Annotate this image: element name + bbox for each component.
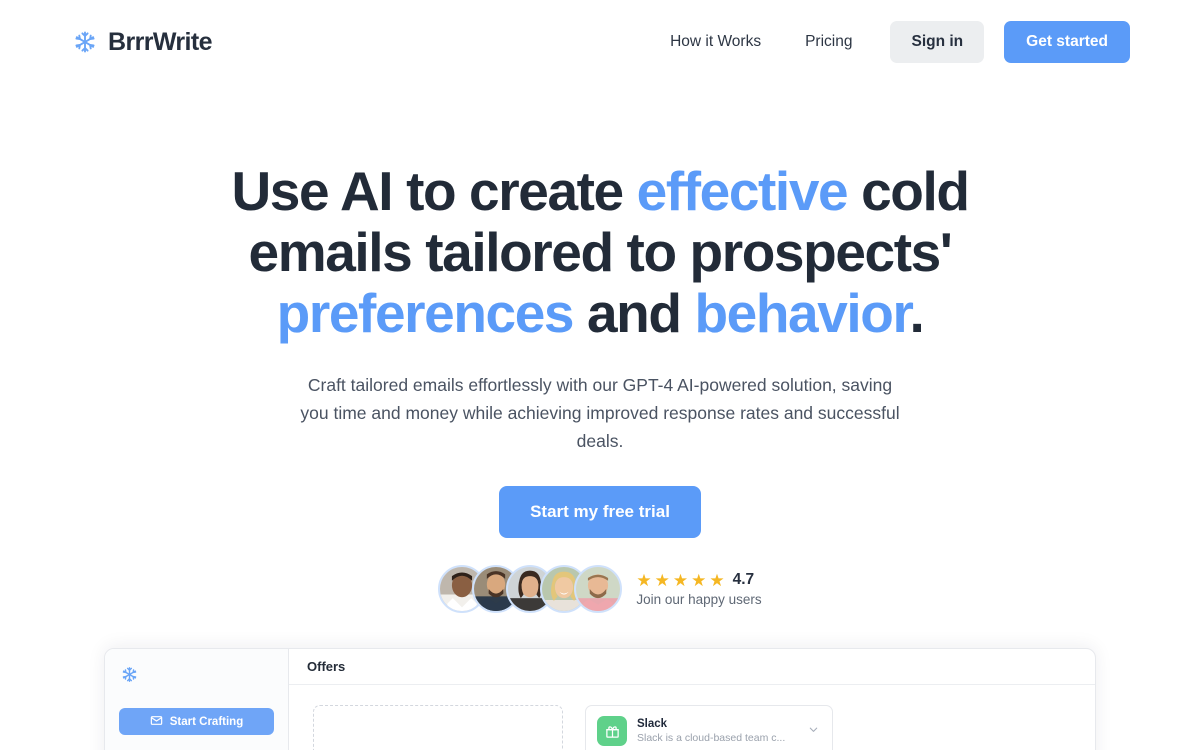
- star-icon: ★: [709, 570, 725, 590]
- gift-icon: [597, 716, 627, 746]
- offer-card-text: Slack Slack is a cloud-based team c...: [637, 717, 798, 745]
- chevron-down-icon[interactable]: [808, 724, 821, 738]
- rating-score: 4.7: [732, 571, 755, 588]
- star-rating: ★ ★ ★ ★ ★ 4.7: [636, 571, 761, 589]
- rating-block: ★ ★ ★ ★ ★ 4.7 Join our happy users: [636, 571, 761, 607]
- start-free-trial-button[interactable]: Start my free trial: [499, 486, 701, 538]
- avatar-group: [438, 565, 623, 613]
- headline-accent-effective: effective: [636, 160, 849, 222]
- page-title: Use AI to create effective cold emails t…: [205, 161, 995, 344]
- star-icon: ★: [636, 570, 652, 590]
- headline-part: and: [573, 282, 695, 344]
- preview-panel-title: Offers: [307, 659, 346, 674]
- brand-logo[interactable]: BrrrWrite: [72, 28, 212, 57]
- preview-sidebar: Start Crafting: [105, 649, 289, 750]
- preview-panel-body: Slack Slack is a cloud-based team c...: [289, 685, 1095, 750]
- empty-offer-placeholder[interactable]: [313, 705, 563, 750]
- start-crafting-button[interactable]: Start Crafting: [119, 708, 274, 735]
- star-icon: ★: [672, 570, 689, 590]
- star-icon: ★: [691, 570, 707, 590]
- nav-link-how-it-works[interactable]: How it Works: [654, 23, 777, 61]
- offer-card-slack[interactable]: Slack Slack is a cloud-based team c...: [585, 705, 833, 750]
- app-preview: Start Crafting Offers Slack Slack is a c…: [104, 648, 1096, 750]
- envelope-icon: [150, 714, 163, 730]
- nav-link-pricing[interactable]: Pricing: [789, 23, 868, 61]
- landing-page: BrrrWrite How it Works Pricing Sign in G…: [0, 0, 1200, 750]
- preview-main: Offers Slack Slack is a cloud-based team…: [289, 649, 1095, 750]
- rating-caption: Join our happy users: [636, 592, 762, 607]
- star-icon: ★: [654, 570, 670, 590]
- get-started-button[interactable]: Get started: [1004, 21, 1130, 63]
- start-crafting-label: Start Crafting: [169, 715, 244, 728]
- headline-part: Use AI to create: [231, 160, 637, 222]
- hero-subtitle: Craft tailored emails effortlessly with …: [300, 375, 900, 451]
- snowflake-icon: [72, 29, 98, 55]
- preview-snowflake-icon: [119, 661, 274, 686]
- sign-in-button[interactable]: Sign in: [890, 21, 985, 63]
- headline-part: .: [909, 282, 924, 344]
- preview-panel-header: Offers: [289, 649, 1095, 685]
- hero-section: Use AI to create effective cold emails t…: [0, 84, 1200, 613]
- social-proof: ★ ★ ★ ★ ★ 4.7 Join our happy users: [0, 565, 1200, 613]
- headline-accent-behavior: behavior: [694, 282, 910, 344]
- offer-card-description: Slack is a cloud-based team c...: [637, 732, 786, 744]
- headline-accent-preferences: preferences: [276, 282, 575, 344]
- offer-card-name: Slack: [637, 718, 668, 730]
- main-nav: How it Works Pricing Sign in Get started: [654, 21, 1130, 63]
- site-header: BrrrWrite How it Works Pricing Sign in G…: [0, 0, 1200, 84]
- brand-name: BrrrWrite: [108, 27, 212, 56]
- avatar: [574, 565, 623, 613]
- hero-cta-wrapper: Start my free trial: [0, 486, 1200, 538]
